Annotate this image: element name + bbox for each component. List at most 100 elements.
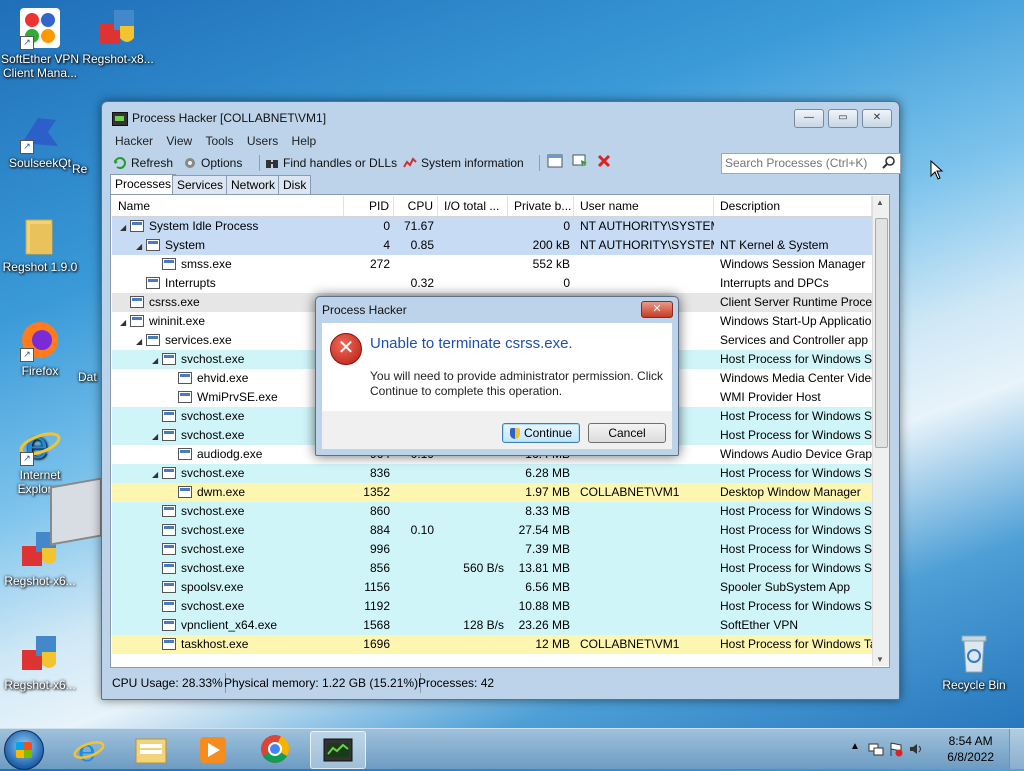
- volume-icon[interactable]: [908, 741, 924, 757]
- table-row[interactable]: svchost.exe 856 560 B/s 13.81 MB Host Proces…: [112, 559, 872, 578]
- binoculars-icon: [266, 160, 278, 168]
- column-header-pid[interactable]: PID: [344, 196, 394, 216]
- desktop-icon-regshot-x86[interactable]: Regshot-x8...: [78, 6, 158, 66]
- table-row[interactable]: ◢ svchost.exe 836 6.28 MB Host Process for W…: [112, 464, 872, 483]
- table-row[interactable]: svchost.exe 860 8.33 MB Host Process for Wi…: [112, 502, 872, 521]
- system-information-button[interactable]: System information: [403, 154, 524, 172]
- process-name: csrss.exe: [149, 295, 200, 309]
- table-row[interactable]: spoolsv.exe 1156 6.56 MB Spooler SubSystem …: [112, 578, 872, 597]
- process-io-cell: [438, 540, 504, 559]
- dialog-close-button[interactable]: ✕: [641, 301, 673, 318]
- network-icon[interactable]: [868, 741, 884, 757]
- table-row[interactable]: dwm.exe 1352 1.97 MB COLLABNET\VM1 Desktop W…: [112, 483, 872, 502]
- table-row[interactable]: vpnclient_x64.exe 1568 128 B/s 23.26 MB Soft…: [112, 616, 872, 635]
- tab-processes[interactable]: Processes: [110, 174, 177, 194]
- window-titlebar[interactable]: Process Hacker [COLLABNET\VM1] — ▭ ✕: [102, 102, 899, 132]
- process-user-cell: [580, 255, 714, 274]
- desktop-icon-label: Regshot-x6...: [4, 574, 76, 588]
- clock[interactable]: 8:54 AM 6/8/2022: [947, 733, 994, 765]
- show-hidden-icons[interactable]: ▲: [850, 741, 860, 752]
- menu-help[interactable]: Help: [287, 132, 322, 150]
- expand-toggle-icon[interactable]: ◢: [136, 237, 146, 255]
- desktop-icon-firefox[interactable]: ↗ Firefox: [0, 318, 80, 378]
- expand-toggle-icon[interactable]: ◢: [120, 313, 130, 331]
- maximize-button[interactable]: ▭: [828, 109, 858, 128]
- menu-view[interactable]: View: [161, 132, 197, 150]
- taskbar-chrome[interactable]: [248, 731, 302, 767]
- column-header-description[interactable]: Description: [714, 196, 872, 216]
- process-name-cell: csrss.exe: [112, 293, 342, 312]
- process-io-cell: 560 B/s: [463, 561, 504, 575]
- find-window-button[interactable]: [572, 154, 588, 172]
- taskbar-media-player[interactable]: [186, 731, 240, 767]
- search-input[interactable]: [722, 154, 875, 171]
- cancel-button[interactable]: Cancel: [588, 423, 666, 443]
- desktop-icon-recycle-bin[interactable]: Recycle Bin: [934, 632, 1014, 692]
- continue-button[interactable]: Continue: [502, 423, 580, 443]
- table-row[interactable]: smss.exe 272 552 kB Windows Session Manager: [112, 255, 872, 274]
- search-icon[interactable]: [882, 156, 896, 170]
- terminate-button[interactable]: [597, 154, 611, 172]
- tab-disk[interactable]: Disk: [278, 175, 312, 194]
- table-row[interactable]: svchost.exe 1192 10.88 MB Host Process for …: [112, 597, 872, 616]
- table-row[interactable]: svchost.exe 884 0.10 27.54 MB Host Process f…: [112, 521, 872, 540]
- column-header-io[interactable]: I/O total ...: [438, 196, 508, 216]
- minimize-button[interactable]: —: [794, 109, 824, 128]
- vertical-scrollbar[interactable]: ▲ ▼: [872, 196, 889, 666]
- process-desc-cell: Host Process for Windows Ser...: [720, 352, 872, 366]
- ie-icon: e: [73, 734, 105, 769]
- process-icon: [130, 315, 144, 327]
- table-row[interactable]: taskhost.exe 1696 12 MB COLLABNET\VM1 Host P…: [112, 635, 872, 654]
- process-priv-cell: 27.54 MB: [518, 523, 570, 537]
- desktop-icon-soulseek[interactable]: ↗ SoulseekQt: [0, 110, 80, 170]
- scroll-up-icon[interactable]: ▲: [876, 198, 884, 207]
- process-name: vpnclient_x64.exe: [181, 618, 278, 632]
- action-center-flag-icon[interactable]: [888, 741, 904, 757]
- taskbar-ie[interactable]: e: [62, 731, 116, 769]
- process-desc-cell: [720, 217, 872, 236]
- tab-network[interactable]: Network: [226, 175, 281, 194]
- menu-hacker[interactable]: Hacker: [110, 132, 158, 150]
- process-user-cell: [580, 559, 714, 578]
- scroll-down-icon[interactable]: ▼: [876, 655, 884, 664]
- close-button[interactable]: ✕: [862, 109, 892, 128]
- svg-text:e: e: [78, 734, 96, 767]
- column-header-cpu[interactable]: CPU: [394, 196, 438, 216]
- table-row[interactable]: svchost.exe 996 7.39 MB Host Process for Wi…: [112, 540, 872, 559]
- process-priv-cell: 0: [563, 276, 570, 290]
- search-box[interactable]: [721, 153, 901, 174]
- expand-toggle-icon[interactable]: ◢: [152, 427, 162, 445]
- find-handles-button[interactable]: Find handles or DLLs: [265, 154, 397, 172]
- firefox-icon: ↗: [18, 318, 62, 362]
- expand-toggle-icon[interactable]: ◢: [120, 218, 130, 236]
- table-row[interactable]: ◢ System Idle Process 0 71.67 0 NT AUTHORITY\…: [112, 217, 872, 236]
- taskbar-process-hacker[interactable]: [310, 731, 366, 769]
- start-button[interactable]: [4, 730, 44, 770]
- window-icon: [547, 154, 563, 168]
- window-icon-button[interactable]: [547, 154, 563, 172]
- desktop-icon-regshot-folder[interactable]: Regshot 1.9.0: [0, 214, 80, 274]
- expand-toggle-icon[interactable]: ◢: [152, 465, 162, 483]
- column-header-user-name[interactable]: User name: [574, 196, 714, 216]
- desktop-icon-regshot-x64-2[interactable]: Regshot-x6...: [0, 632, 80, 692]
- desktop-icon-softether[interactable]: ↗ SoftEther VPN Client Mana...: [0, 6, 80, 80]
- table-row[interactable]: ◢ System 4 0.85 200 kB NT AUTHORITY\SYSTEM NT …: [112, 236, 872, 255]
- taskbar-explorer[interactable]: [124, 731, 178, 767]
- expand-toggle-icon[interactable]: ◢: [152, 351, 162, 369]
- scrollbar-thumb[interactable]: [875, 218, 888, 448]
- column-header-private-bytes[interactable]: Private b...: [508, 196, 574, 216]
- process-desc-cell: Host Process for Windows Ser...: [720, 542, 872, 556]
- options-button[interactable]: Options: [183, 154, 242, 172]
- process-icon: [162, 410, 176, 422]
- show-desktop-button[interactable]: [1009, 729, 1024, 769]
- menu-users[interactable]: Users: [242, 132, 283, 150]
- process-priv-cell: 10.88 MB: [518, 599, 570, 613]
- column-header-name[interactable]: Name: [112, 196, 344, 216]
- expand-toggle-icon[interactable]: ◢: [136, 332, 146, 350]
- taskbar: e ▲ 8:54 AM 6/8/2022: [0, 728, 1024, 770]
- menu-tools[interactable]: Tools: [201, 132, 239, 150]
- tab-services[interactable]: Services: [172, 175, 229, 194]
- process-name: System Idle Process: [149, 219, 259, 233]
- table-row[interactable]: Interrupts 0.32 0 Interrupts and DPCs: [112, 274, 872, 293]
- refresh-button[interactable]: Refresh: [113, 154, 173, 172]
